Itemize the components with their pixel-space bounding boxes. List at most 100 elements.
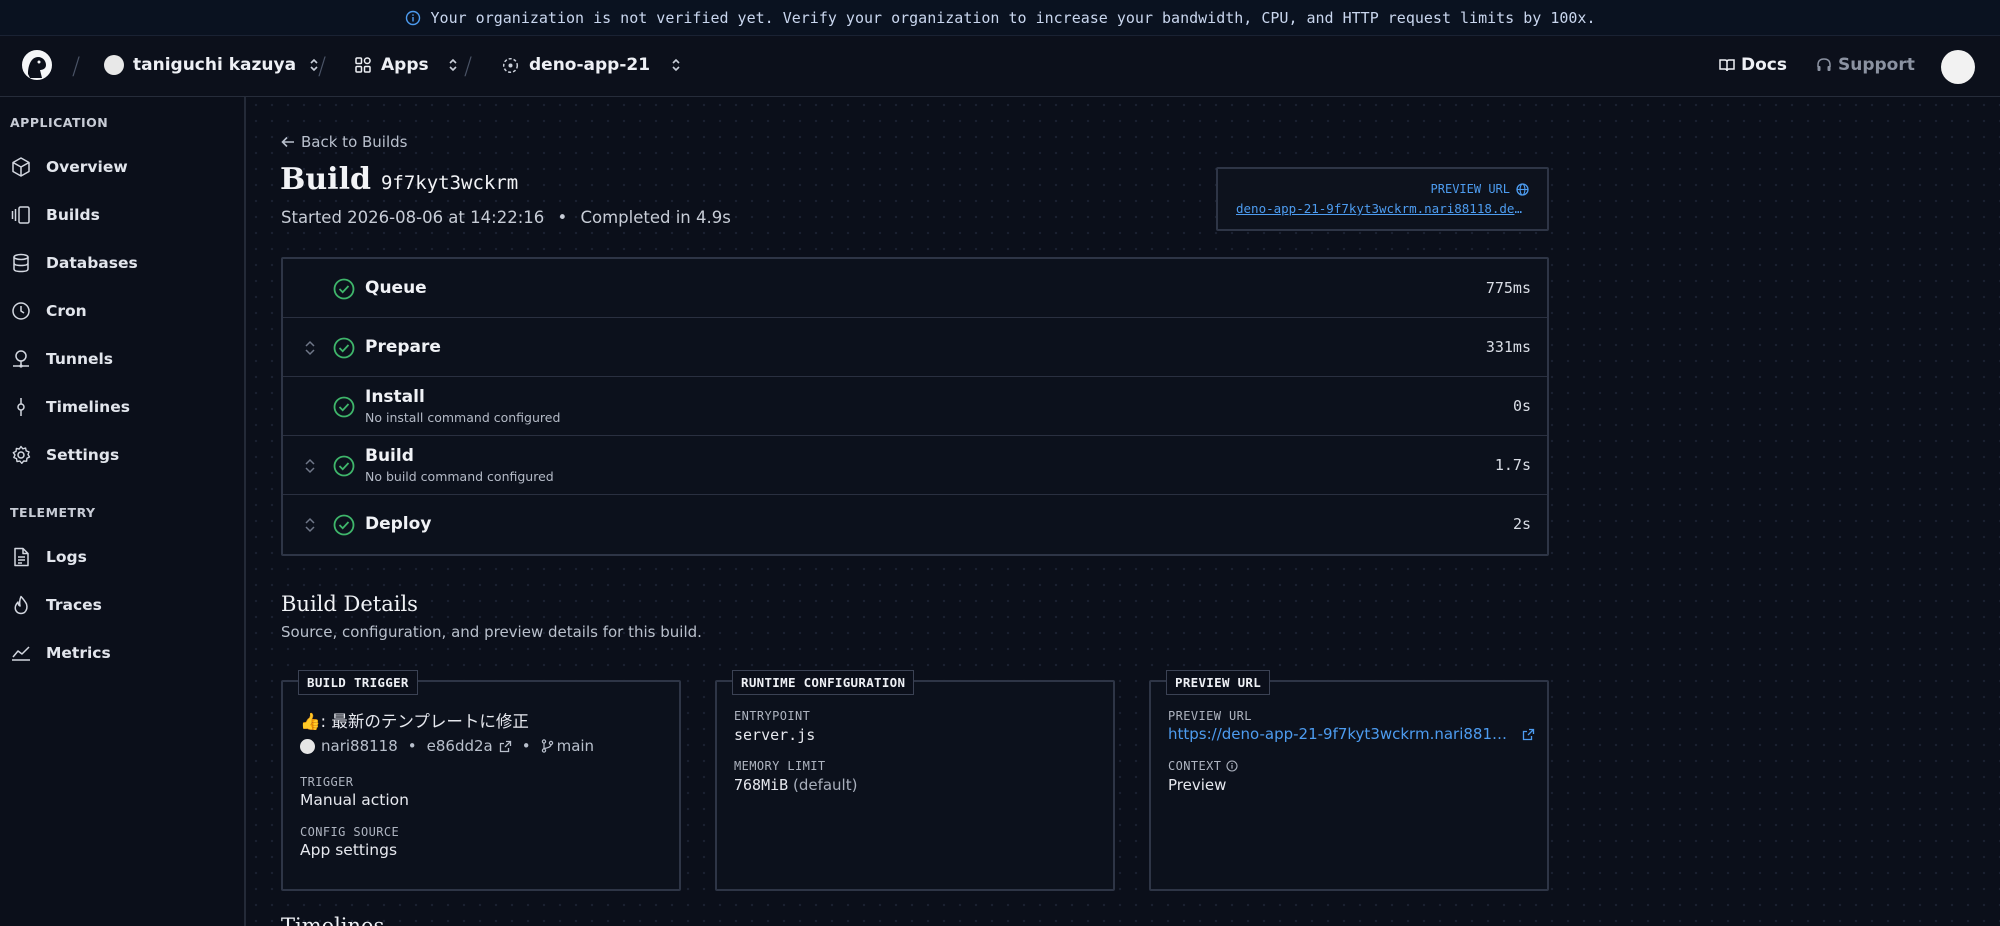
- check-circle-icon: [333, 337, 355, 359]
- check-circle-icon: [333, 396, 355, 418]
- app-switcher[interactable]: deno-app-21: [502, 55, 682, 75]
- expand-icon[interactable]: [303, 338, 317, 358]
- sidebar-item-label: Logs: [46, 548, 87, 566]
- org-name: taniguchi kazuya: [133, 55, 297, 75]
- step-row-deploy[interactable]: Deploy 2s: [283, 495, 1547, 554]
- sidebar-item-builds[interactable]: Builds: [10, 201, 100, 229]
- memory-limit-key: MEMORY LIMIT: [734, 759, 826, 773]
- sidebar-item-settings[interactable]: Settings: [10, 441, 119, 469]
- build-details-subtitle: Source, configuration, and preview detai…: [281, 623, 702, 641]
- commit-hash[interactable]: e86dd2a: [427, 737, 493, 755]
- banner-text[interactable]: Your organization is not verified yet. V…: [431, 9, 1596, 27]
- support-link[interactable]: Support: [1816, 55, 1915, 75]
- check-circle-icon: [333, 514, 355, 536]
- sidebar-item-databases[interactable]: Databases: [10, 249, 138, 277]
- sidebar-item-timelines[interactable]: Timelines: [10, 393, 130, 421]
- config-source-value: App settings: [300, 841, 398, 859]
- build-id[interactable]: 9f7kyt3wckrm: [381, 172, 518, 194]
- expand-icon[interactable]: [303, 515, 317, 535]
- headset-icon: [1817, 58, 1831, 71]
- external-link-icon[interactable]: [499, 740, 512, 753]
- docs-label: Docs: [1741, 55, 1787, 75]
- sidebar-item-metrics[interactable]: Metrics: [10, 639, 111, 667]
- docs-link[interactable]: Docs: [1719, 55, 1787, 75]
- check-circle-icon: [333, 455, 355, 477]
- step-name: Build: [365, 446, 414, 466]
- app-name: deno-app-21: [529, 55, 651, 75]
- git-branch-icon: [541, 739, 553, 753]
- builds-icon: [11, 206, 30, 224]
- preview-url-link[interactable]: deno-app-21-9f7kyt3wckrm.nari88118.deno.…: [1236, 201, 1529, 216]
- sidebar-item-label: Traces: [46, 596, 102, 614]
- memory-limit-note: (default): [792, 776, 858, 794]
- info-icon[interactable]: [1226, 760, 1238, 772]
- step-name: Queue: [365, 278, 427, 298]
- flame-icon: [14, 595, 28, 615]
- sidebar-item-logs[interactable]: Logs: [10, 543, 87, 571]
- arrow-left-icon: [281, 136, 294, 148]
- file-icon: [14, 547, 29, 567]
- back-label: Back to Builds: [301, 133, 408, 151]
- preview-url-key: PREVIEW URL: [1168, 709, 1252, 723]
- cube-icon: [12, 157, 30, 177]
- expand-icon[interactable]: [303, 456, 317, 476]
- step-row-prepare[interactable]: Prepare 331ms: [283, 318, 1547, 377]
- sidebar-item-tunnels[interactable]: Tunnels: [10, 345, 113, 373]
- deno-logo[interactable]: [20, 48, 54, 82]
- preview-url-row: https://deno-app-21-9f7kyt3wckrm.nari881…: [1168, 725, 1540, 743]
- sidebar-item-label: Metrics: [46, 644, 111, 662]
- preview-url-label: PREVIEW URL: [1236, 182, 1529, 196]
- commit-author[interactable]: nari88118: [321, 737, 398, 755]
- sidebar-item-label: Builds: [46, 206, 100, 224]
- check-circle-icon: [333, 278, 355, 300]
- apps-label: Apps: [381, 55, 429, 75]
- sidebar-item-label: Databases: [46, 254, 138, 272]
- build-started: Started 2026-08-06 at 14:22:16: [281, 208, 545, 227]
- sidebar-section-telemetry: TELEMETRY: [10, 505, 96, 520]
- build-steps-table: Queue 775ms Prepare 331ms Install No ins…: [281, 257, 1549, 556]
- breadcrumb-separator: /: [318, 52, 327, 80]
- apps-switcher[interactable]: Apps: [354, 55, 459, 75]
- breadcrumb-separator: /: [464, 52, 473, 80]
- gear-icon: [12, 445, 31, 464]
- sidebar-item-traces[interactable]: Traces: [10, 591, 102, 619]
- step-duration: 1.7s: [1494, 456, 1531, 474]
- chevron-updown-icon: [449, 58, 457, 72]
- meta-separator: •: [521, 737, 531, 755]
- preview-url-label-text: PREVIEW URL: [1430, 182, 1510, 196]
- chart-line-icon: [12, 646, 30, 661]
- preview-url-value[interactable]: https://deno-app-21-9f7kyt3wckrm.nari881…: [1168, 725, 1512, 743]
- runtime-configuration-card: RUNTIME CONFIGURATION ENTRYPOINT server.…: [715, 670, 1115, 891]
- sidebar-item-label: Cron: [46, 302, 87, 320]
- sidebar-item-label: Settings: [46, 446, 120, 464]
- memory-limit-amount: 768MiB: [734, 776, 789, 794]
- top-navigation: / taniguchi kazuya / Apps / deno-app-21 …: [0, 36, 2000, 97]
- step-row-build[interactable]: Build No build command configured 1.7s: [283, 436, 1547, 495]
- app-status-icon: [502, 57, 519, 73]
- step-row-queue: Queue 775ms: [283, 259, 1547, 318]
- build-timing: Started 2026-08-06 at 14:22:16 • Complet…: [281, 208, 731, 227]
- step-subtitle: No build command configured: [365, 469, 554, 484]
- step-duration: 0s: [1512, 397, 1531, 415]
- sidebar-item-overview[interactable]: Overview: [10, 153, 128, 181]
- user-avatar[interactable]: [1941, 50, 1975, 84]
- chevron-updown-icon: [672, 58, 680, 72]
- entrypoint-key: ENTRYPOINT: [734, 709, 811, 723]
- card-tag: BUILD TRIGGER: [298, 670, 418, 695]
- breadcrumb-separator: /: [72, 52, 81, 80]
- trigger-key: TRIGGER: [300, 775, 354, 789]
- org-switcher[interactable]: taniguchi kazuya: [104, 55, 320, 75]
- external-link-icon[interactable]: [1522, 728, 1535, 741]
- commit-message: 👍: 最新のテンプレートに修正: [300, 712, 529, 731]
- trigger-value: Manual action: [300, 791, 409, 809]
- sidebar-item-cron[interactable]: Cron: [10, 297, 87, 325]
- context-key-text: CONTEXT: [1168, 759, 1222, 773]
- step-name: Deploy: [365, 514, 432, 534]
- support-label: Support: [1838, 55, 1915, 75]
- meta-separator: •: [407, 737, 417, 755]
- sidebar: APPLICATION Overview Builds Databases Cr…: [0, 97, 246, 926]
- step-duration: 2s: [1512, 515, 1531, 533]
- back-to-builds-link[interactable]: Back to Builds: [281, 133, 407, 151]
- step-subtitle: No install command configured: [365, 410, 561, 425]
- tunnel-icon: [13, 350, 29, 368]
